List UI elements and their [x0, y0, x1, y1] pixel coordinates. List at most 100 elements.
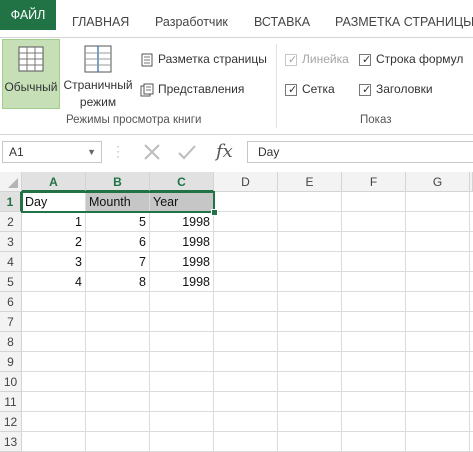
empty-cell[interactable]	[406, 392, 470, 412]
empty-cell[interactable]	[406, 232, 470, 252]
empty-cell[interactable]	[342, 392, 406, 412]
enter-check-icon[interactable]	[176, 142, 198, 162]
row-header-12[interactable]: 12	[0, 412, 22, 432]
empty-cell[interactable]	[214, 432, 278, 452]
empty-cell[interactable]	[406, 252, 470, 272]
empty-cell[interactable]	[278, 372, 342, 392]
formula-input[interactable]: Day	[247, 141, 473, 163]
row-header-5[interactable]: 5	[0, 272, 22, 292]
empty-cell[interactable]	[150, 352, 214, 372]
empty-cell[interactable]	[406, 312, 470, 332]
empty-cell[interactable]	[86, 372, 150, 392]
cell-b5[interactable]: 8	[86, 272, 150, 292]
cell-a4[interactable]: 3	[22, 252, 86, 272]
empty-cell[interactable]	[22, 292, 86, 312]
empty-cell[interactable]	[278, 312, 342, 332]
page-break-view-button[interactable]: Страничный режим	[62, 39, 134, 111]
empty-cell[interactable]	[278, 432, 342, 452]
chevron-down-icon[interactable]: ▼	[87, 142, 96, 162]
empty-cell[interactable]	[214, 372, 278, 392]
empty-cell[interactable]	[342, 192, 406, 212]
empty-cell[interactable]	[342, 292, 406, 312]
name-box[interactable]: A1 ▼	[2, 141, 102, 163]
formula-bar-checkbox[interactable]: ✓ Строка формул	[359, 50, 463, 68]
empty-cell[interactable]	[278, 332, 342, 352]
empty-cell[interactable]	[342, 432, 406, 452]
row-header-8[interactable]: 8	[0, 332, 22, 352]
gridlines-checkbox[interactable]: ✓ Сетка	[285, 80, 335, 98]
row-header-2[interactable]: 2	[0, 212, 22, 232]
empty-cell[interactable]	[406, 332, 470, 352]
column-header-e[interactable]: E	[278, 172, 342, 192]
tab-insert[interactable]: ВСТАВКА	[254, 12, 310, 32]
cell-a3[interactable]: 2	[22, 232, 86, 252]
empty-cell[interactable]	[278, 212, 342, 232]
empty-cell[interactable]	[406, 272, 470, 292]
empty-cell[interactable]	[406, 432, 470, 452]
empty-cell[interactable]	[406, 352, 470, 372]
tab-home[interactable]: ГЛАВНАЯ	[72, 12, 129, 32]
tab-developer[interactable]: Разработчик	[155, 12, 228, 32]
empty-cell[interactable]	[278, 392, 342, 412]
empty-cell[interactable]	[406, 192, 470, 212]
cell-b1[interactable]: Mounth	[86, 192, 150, 212]
cell-a5[interactable]: 4	[22, 272, 86, 292]
empty-cell[interactable]	[278, 232, 342, 252]
tab-file[interactable]: ФАЙЛ	[0, 0, 56, 30]
empty-cell[interactable]	[214, 212, 278, 232]
cell-a2[interactable]: 1	[22, 212, 86, 232]
column-header-g[interactable]: G	[406, 172, 470, 192]
page-layout-view-button[interactable]: Разметка страницы	[140, 50, 267, 68]
row-header-6[interactable]: 6	[0, 292, 22, 312]
empty-cell[interactable]	[342, 312, 406, 332]
cell-b3[interactable]: 6	[86, 232, 150, 252]
empty-cell[interactable]	[22, 412, 86, 432]
empty-cell[interactable]	[86, 412, 150, 432]
row-header-11[interactable]: 11	[0, 392, 22, 412]
row-header-4[interactable]: 4	[0, 252, 22, 272]
fill-handle[interactable]	[211, 209, 218, 216]
empty-cell[interactable]	[86, 292, 150, 312]
row-header-13[interactable]: 13	[0, 432, 22, 452]
empty-cell[interactable]	[278, 252, 342, 272]
empty-cell[interactable]	[150, 432, 214, 452]
cell-c2[interactable]: 1998	[150, 212, 214, 232]
normal-view-button[interactable]: Обычный	[2, 39, 60, 109]
empty-cell[interactable]	[214, 312, 278, 332]
empty-cell[interactable]	[214, 332, 278, 352]
empty-cell[interactable]	[342, 252, 406, 272]
select-all-corner[interactable]	[0, 172, 22, 192]
empty-cell[interactable]	[342, 352, 406, 372]
empty-cell[interactable]	[214, 232, 278, 252]
empty-cell[interactable]	[278, 192, 342, 212]
empty-cell[interactable]	[150, 312, 214, 332]
row-header-9[interactable]: 9	[0, 352, 22, 372]
empty-cell[interactable]	[406, 412, 470, 432]
empty-cell[interactable]	[278, 272, 342, 292]
empty-cell[interactable]	[22, 332, 86, 352]
empty-cell[interactable]	[214, 292, 278, 312]
cancel-icon[interactable]	[142, 142, 162, 162]
cell-c4[interactable]: 1998	[150, 252, 214, 272]
empty-cell[interactable]	[406, 212, 470, 232]
cell-b2[interactable]: 5	[86, 212, 150, 232]
empty-cell[interactable]	[342, 212, 406, 232]
empty-cell[interactable]	[342, 232, 406, 252]
empty-cell[interactable]	[22, 432, 86, 452]
empty-cell[interactable]	[342, 412, 406, 432]
empty-cell[interactable]	[342, 372, 406, 392]
empty-cell[interactable]	[214, 192, 278, 212]
empty-cell[interactable]	[22, 352, 86, 372]
empty-cell[interactable]	[214, 272, 278, 292]
tab-page-layout[interactable]: РАЗМЕТКА СТРАНИЦЫ	[335, 12, 473, 32]
worksheet-grid[interactable]: A B C D E F G 1 2 3 4 5 6 7 8 9 10 11 12…	[0, 172, 473, 452]
empty-cell[interactable]	[150, 332, 214, 352]
cell-a1[interactable]: Day	[22, 192, 86, 212]
column-header-d[interactable]: D	[214, 172, 278, 192]
column-header-b[interactable]: B	[86, 172, 150, 192]
empty-cell[interactable]	[278, 292, 342, 312]
cell-c3[interactable]: 1998	[150, 232, 214, 252]
empty-cell[interactable]	[214, 412, 278, 432]
headings-checkbox[interactable]: ✓ Заголовки	[359, 80, 433, 98]
empty-cell[interactable]	[86, 332, 150, 352]
